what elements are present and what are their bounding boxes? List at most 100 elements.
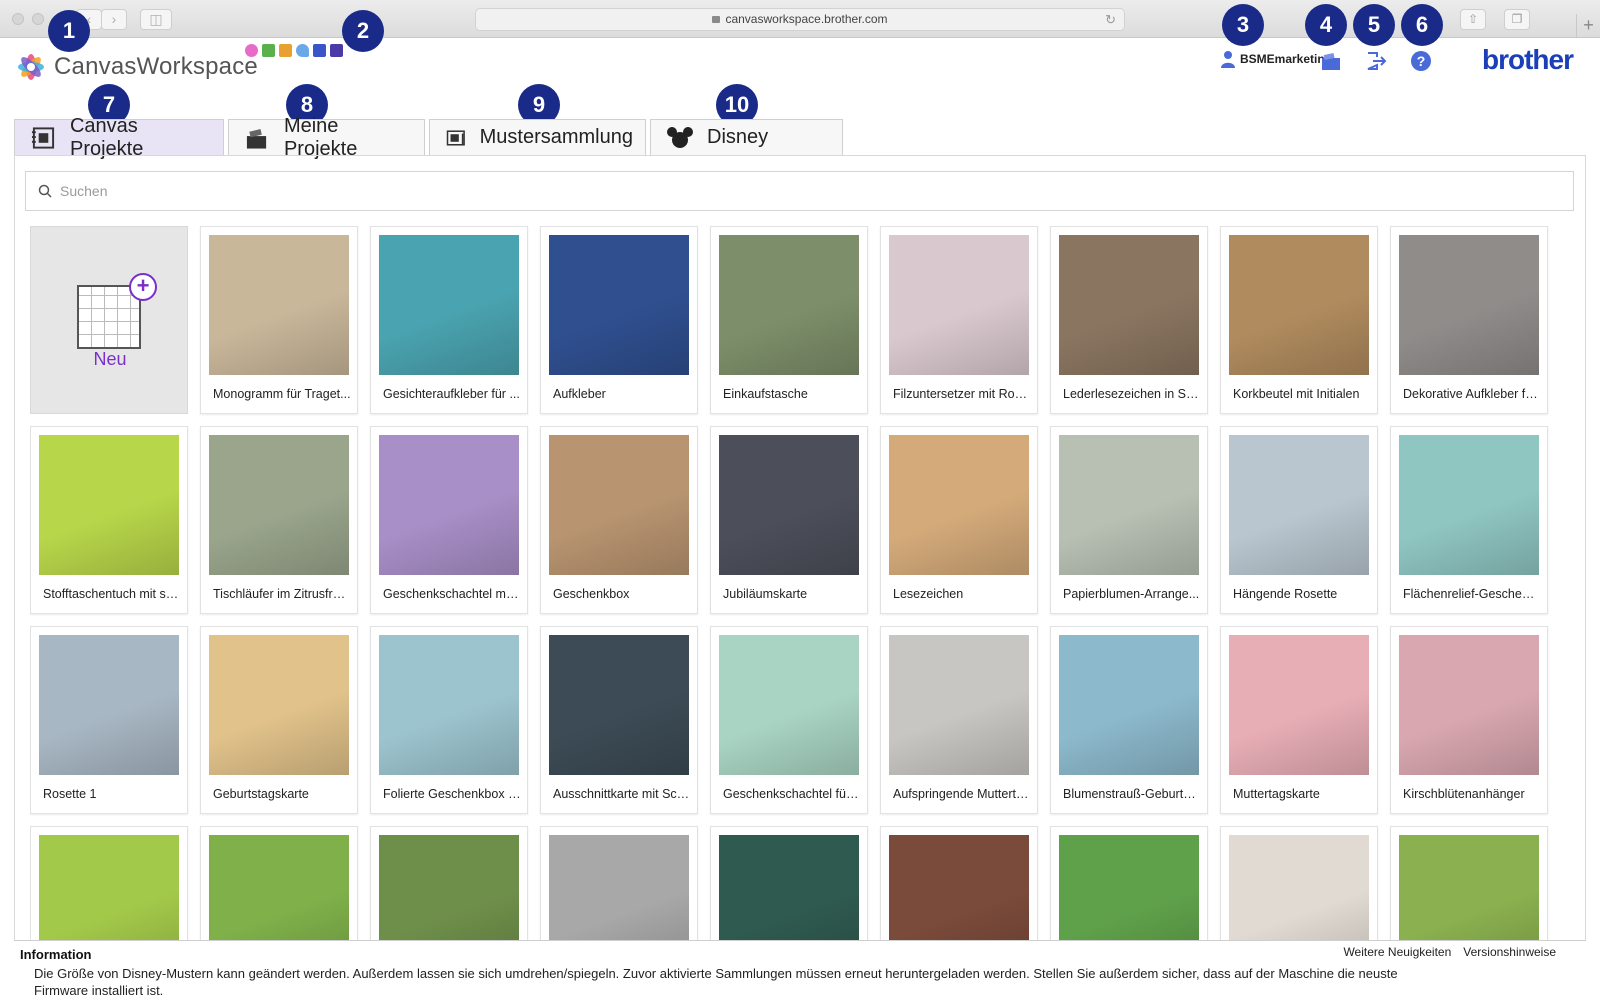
project-card[interactable]: Lesezeichen: [880, 426, 1038, 614]
help-icon[interactable]: ?: [1410, 50, 1432, 72]
project-thumbnail: [889, 835, 1029, 946]
close-window-button[interactable]: [12, 13, 24, 25]
project-thumbnail: [209, 635, 349, 775]
info-title: Information: [20, 947, 92, 962]
project-card[interactable]: [540, 826, 698, 946]
project-thumbnail: [889, 235, 1029, 375]
tab-label: Canvas Projekte: [69, 114, 144, 160]
project-card[interactable]: Geburtstagskarte: [200, 626, 358, 814]
project-card[interactable]: Dekorative Aufkleber fü...: [1390, 226, 1548, 414]
project-thumbnail: [209, 435, 349, 575]
project-card[interactable]: Rosette 1: [30, 626, 188, 814]
project-label: Hängende Rosette: [1233, 587, 1338, 601]
project-thumbnail: [1399, 635, 1539, 775]
username: BSMEmarketing: [1240, 52, 1333, 66]
project-thumbnail: [549, 435, 689, 575]
project-card[interactable]: Filzuntersetzer mit Rosen: [880, 226, 1038, 414]
sidebar-toggle-icon[interactable]: ◫: [140, 9, 172, 30]
project-label: Korkbeutel mit Initialen: [1233, 387, 1360, 401]
share-icon[interactable]: ⇧: [1460, 9, 1486, 30]
callout-5: 5: [1353, 4, 1395, 46]
project-label: Gesichteraufkleber für ...: [383, 387, 520, 401]
project-card[interactable]: [1390, 826, 1548, 946]
project-label: Kirschblütenanhänger: [1403, 787, 1525, 801]
project-thumbnail: [1229, 435, 1369, 575]
tab-label: Meine Projekte: [283, 114, 358, 160]
project-thumbnail: [39, 635, 179, 775]
project-thumbnail: [209, 835, 349, 946]
project-thumbnail: [549, 235, 689, 375]
crown-icon: [330, 44, 343, 57]
project-card[interactable]: Geschenkbox: [540, 426, 698, 614]
project-card[interactable]: [1050, 826, 1208, 946]
project-card[interactable]: [200, 826, 358, 946]
project-card[interactable]: Jubiläumskarte: [710, 426, 868, 614]
project-card[interactable]: Flächenrelief-Geschenk...: [1390, 426, 1548, 614]
information-bar: Information Weitere Neuigkeiten Versions…: [14, 940, 1586, 1000]
project-card[interactable]: Muttertagskarte: [1220, 626, 1378, 814]
project-card[interactable]: Stofftaschentuch mit sc...: [30, 426, 188, 614]
project-card[interactable]: Geschenkschachtel für ...: [710, 626, 868, 814]
project-card[interactable]: [880, 826, 1038, 946]
search-icon: [38, 184, 52, 198]
project-card[interactable]: Aufkleber: [540, 226, 698, 414]
new-project-label: Neu: [93, 349, 127, 369]
more-news-link[interactable]: Weitere Neuigkeiten: [1343, 945, 1451, 959]
project-card[interactable]: [370, 826, 528, 946]
new-tab-button[interactable]: +: [1576, 14, 1600, 38]
project-thumbnail: [549, 635, 689, 775]
release-notes-link[interactable]: Versionshinweise: [1463, 945, 1556, 959]
tab-canvas-projects[interactable]: Canvas Projekte: [14, 115, 224, 160]
project-tabs: Canvas Projekte Meine Projekte Mustersam…: [14, 115, 847, 160]
project-label: Geburtstagskarte: [213, 787, 309, 801]
search-input[interactable]: [60, 183, 1460, 199]
project-card[interactable]: Papierblumen-Arrange...: [1050, 426, 1208, 614]
project-thumbnail: [1399, 435, 1539, 575]
project-card[interactable]: Lederlesezeichen in Sc...: [1050, 226, 1208, 414]
project-card[interactable]: Tischläufer im Zitrusfrüc...: [200, 426, 358, 614]
project-card[interactable]: Monogramm für Traget...: [200, 226, 358, 414]
pattern-collection-icon: [446, 129, 465, 146]
project-thumbnail: [379, 635, 519, 775]
project-card[interactable]: Blumenstrauß-Geburtst...: [1050, 626, 1208, 814]
project-label: Einkaufstasche: [723, 387, 808, 401]
user-account[interactable]: BSMEmarketing: [1220, 50, 1332, 68]
tab-pattern-collection[interactable]: Mustersammlung: [429, 119, 646, 155]
app-logo[interactable]: CanvasWorkspace: [14, 50, 258, 84]
user-icon: [1221, 51, 1235, 68]
forward-icon[interactable]: ›: [101, 9, 127, 30]
project-card[interactable]: [1220, 826, 1378, 946]
project-thumbnail: [889, 435, 1029, 575]
project-thumbnail: [549, 835, 689, 946]
project-card[interactable]: Korkbeutel mit Initialen: [1220, 226, 1378, 414]
new-project-card[interactable]: + Neu: [30, 226, 188, 414]
project-card[interactable]: Aufspringende Mutterta...: [880, 626, 1038, 814]
project-card[interactable]: [710, 826, 868, 946]
brand-logo: brother: [1482, 44, 1574, 75]
project-thumbnail: [1059, 635, 1199, 775]
tab-label: Disney: [707, 126, 769, 148]
minimize-window-button[interactable]: [32, 13, 44, 25]
project-label: Muttertagskarte: [1233, 787, 1320, 801]
project-thumbnail: [209, 235, 349, 375]
project-card[interactable]: Einkaufstasche: [710, 226, 868, 414]
project-card[interactable]: [30, 826, 188, 946]
lock-icon: [712, 16, 721, 23]
project-card[interactable]: Kirschblütenanhänger: [1390, 626, 1548, 814]
info-text: Die Größe von Disney-Mustern kann geände…: [34, 966, 1398, 998]
project-card[interactable]: Folierte Geschenkbox i...: [370, 626, 528, 814]
tab-disney[interactable]: Disney: [650, 119, 843, 155]
reload-icon[interactable]: ↻: [1105, 9, 1116, 30]
project-card[interactable]: Gesichteraufkleber für ...: [370, 226, 528, 414]
tab-my-projects[interactable]: Meine Projekte: [228, 115, 425, 160]
project-thumbnail: [719, 835, 859, 946]
project-card[interactable]: Geschenkschachtel mit ...: [370, 426, 528, 614]
address-bar[interactable]: canvasworkspace.brother.com ↻: [475, 8, 1125, 31]
callout-4: 4: [1305, 4, 1347, 46]
logout-icon[interactable]: [1365, 50, 1387, 72]
project-card[interactable]: Ausschnittkarte mit Sch...: [540, 626, 698, 814]
my-projects-folder-icon[interactable]: [1320, 50, 1342, 72]
project-thumbnail: [39, 835, 179, 946]
tabs-overview-icon[interactable]: ❐: [1504, 9, 1530, 30]
project-card[interactable]: Hängende Rosette: [1220, 426, 1378, 614]
